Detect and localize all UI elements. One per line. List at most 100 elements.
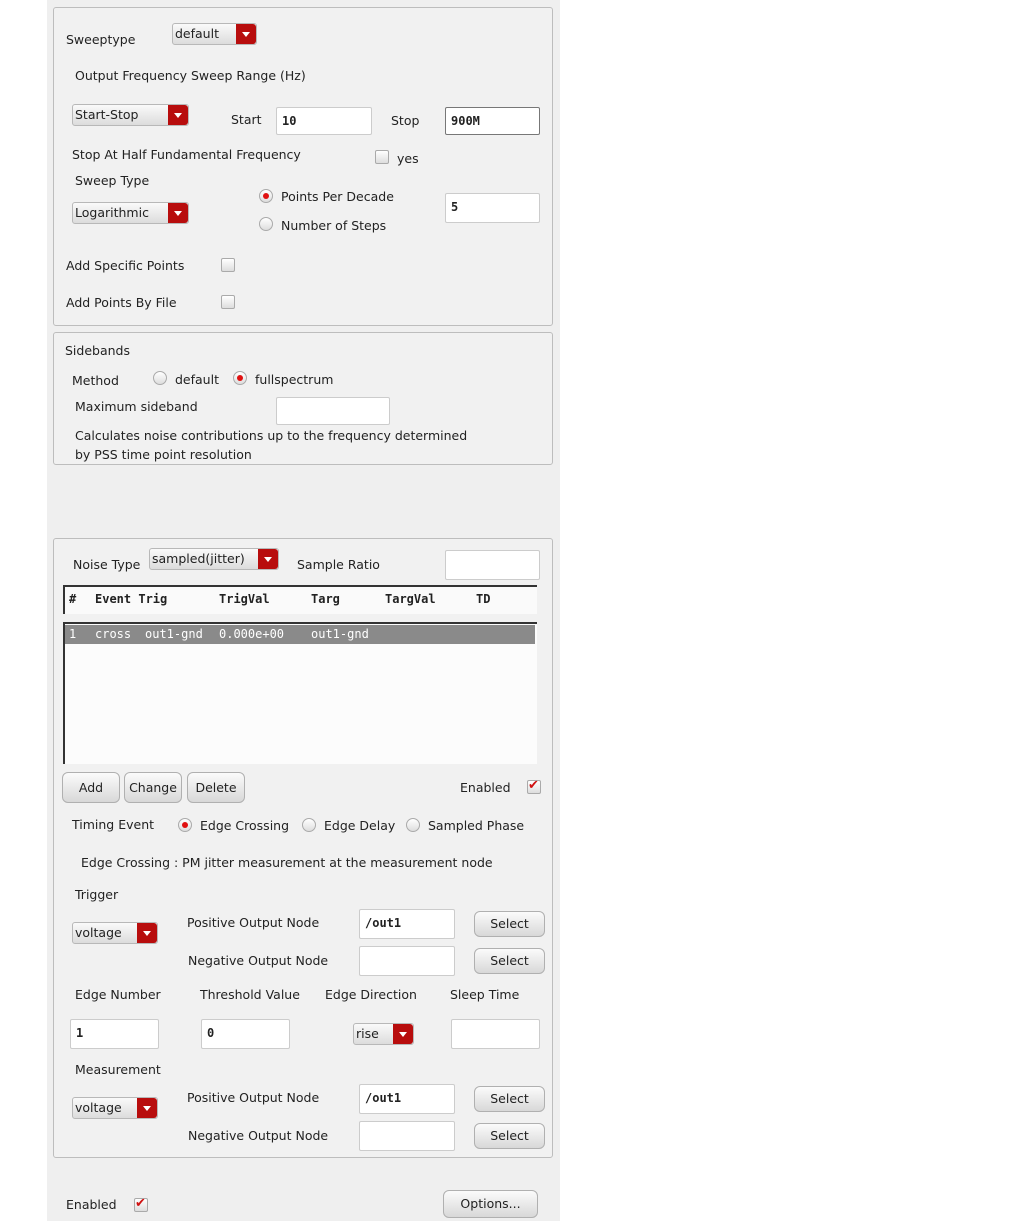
trigger-label: Trigger: [75, 887, 119, 902]
row-targ: out1-gnd: [311, 627, 369, 641]
max-sideband-input[interactable]: [276, 397, 390, 425]
max-sideband-label: Maximum sideband: [75, 399, 198, 414]
sampled-phase-radio[interactable]: [406, 818, 420, 832]
sampled-phase-label: Sampled Phase: [428, 818, 525, 833]
method-label: Method: [72, 373, 119, 388]
enabled-label: Enabled: [460, 780, 511, 795]
edge-direction-dropdown[interactable]: rise: [353, 1023, 414, 1045]
measurement-neg-label: Negative Output Node: [188, 1128, 329, 1143]
range-mode-dropdown[interactable]: Start-Stop: [72, 104, 189, 126]
measurement-neg-select-button[interactable]: Select: [474, 1123, 545, 1149]
sweeptype-dropdown[interactable]: default: [172, 23, 257, 45]
sweeptype-label: Sweeptype: [66, 32, 136, 47]
method-default-label: default: [175, 372, 219, 387]
footer-enabled-checkbox[interactable]: [134, 1196, 148, 1212]
chevron-down-icon: [236, 24, 256, 44]
threshold-input[interactable]: 0: [201, 1019, 290, 1049]
method-fullspectrum-radio[interactable]: [233, 371, 247, 385]
sidebands-note-1: Calculates noise contributions up to the…: [75, 428, 468, 443]
sleep-time-input[interactable]: [451, 1019, 540, 1049]
half-freq-yes: yes: [397, 151, 419, 166]
change-button[interactable]: Change: [124, 772, 182, 803]
chevron-down-icon: [137, 1098, 157, 1118]
specific-points-label: Add Specific Points: [66, 258, 185, 273]
row-trigval: 0.000e+00: [219, 627, 285, 641]
sweep-type-dropdown[interactable]: Logarithmic: [72, 202, 189, 224]
method-fullspectrum-label: fullspectrum: [255, 372, 334, 387]
threshold-label: Threshold Value: [200, 987, 300, 1002]
measurement-pos-input[interactable]: /out1: [359, 1084, 455, 1114]
sweep-group: [53, 7, 553, 326]
measurement-neg-input[interactable]: [359, 1121, 455, 1151]
measurement-pos-label: Positive Output Node: [187, 1090, 320, 1105]
measurement-pos-select-button[interactable]: Select: [474, 1086, 545, 1112]
add-button[interactable]: Add: [62, 772, 120, 803]
points-input[interactable]: 5: [445, 193, 540, 223]
sample-ratio-label: Sample Ratio: [297, 557, 380, 572]
specific-points-checkbox[interactable]: [221, 258, 235, 272]
col-targval: TargVal: [385, 592, 436, 606]
options-button[interactable]: Options...: [443, 1190, 538, 1218]
noise-type-label: Noise Type: [73, 557, 141, 572]
edge-number-label: Edge Number: [75, 987, 161, 1002]
points-per-decade-radio[interactable]: [259, 189, 273, 203]
footer-enabled-label: Enabled: [66, 1197, 117, 1212]
chevron-down-icon: [168, 105, 188, 125]
edge-delay-radio[interactable]: [302, 818, 316, 832]
row-num: 1: [69, 627, 77, 641]
points-per-decade-label: Points Per Decade: [281, 189, 394, 204]
start-label: Start: [231, 112, 262, 127]
enabled-checkbox[interactable]: [527, 778, 541, 794]
edge-direction-label: Edge Direction: [325, 987, 417, 1002]
points-by-file-checkbox[interactable]: [221, 295, 235, 309]
sweep-type-value: Logarithmic: [75, 205, 149, 220]
half-freq-checkbox[interactable]: [375, 150, 389, 164]
chevron-down-icon: [393, 1024, 413, 1044]
col-targ: Targ: [311, 592, 340, 606]
number-of-steps-radio[interactable]: [259, 217, 273, 231]
timing-description: Edge Crossing : PM jitter measurement at…: [81, 855, 493, 870]
edge-crossing-label: Edge Crossing: [200, 818, 290, 833]
col-num: #: [69, 592, 77, 606]
trigger-pos-label: Positive Output Node: [187, 915, 320, 930]
event-list[interactable]: 1 cross out1-gnd 0.000e+00 out1-gnd: [63, 622, 537, 764]
sample-ratio-input[interactable]: [445, 550, 540, 580]
number-of-steps-label: Number of Steps: [281, 218, 387, 233]
trigger-neg-select-button[interactable]: Select: [474, 948, 545, 974]
range-label: Output Frequency Sweep Range (Hz): [75, 68, 306, 83]
noise-type-value: sampled(jitter): [152, 551, 245, 566]
table-header: # Event Trig TrigVal Targ TargVal TD: [63, 585, 537, 614]
edge-delay-label: Edge Delay: [324, 818, 396, 833]
chevron-down-icon: [258, 549, 278, 569]
timing-event-label: Timing Event: [72, 817, 155, 832]
edge-number-input[interactable]: 1: [70, 1019, 159, 1049]
sidebands-title: Sidebands: [65, 343, 130, 358]
sidebands-note-2: by PSS time point resolution: [75, 447, 252, 462]
row-trig: out1-gnd: [145, 627, 203, 641]
noise-type-dropdown[interactable]: sampled(jitter): [149, 548, 279, 570]
row-event: cross: [95, 627, 132, 641]
trigger-neg-label: Negative Output Node: [188, 953, 329, 968]
delete-button[interactable]: Delete: [187, 772, 245, 803]
col-event-trig: Event Trig: [95, 592, 168, 606]
method-default-radio[interactable]: [153, 371, 167, 385]
points-by-file-label: Add Points By File: [66, 295, 177, 310]
edge-direction-value: rise: [356, 1026, 379, 1041]
chevron-down-icon: [137, 923, 157, 943]
measurement-type-value: voltage: [75, 1100, 122, 1115]
start-input[interactable]: 10: [276, 107, 372, 135]
trigger-type-dropdown[interactable]: voltage: [72, 922, 158, 944]
stop-input[interactable]: 900M: [445, 107, 540, 135]
col-td: TD: [476, 592, 491, 606]
sweeptype-value: default: [175, 26, 219, 41]
trigger-neg-input[interactable]: [359, 946, 455, 976]
chevron-down-icon: [168, 203, 188, 223]
sweep-type-label: Sweep Type: [75, 173, 150, 188]
trigger-pos-input[interactable]: /out1: [359, 909, 455, 939]
table-row[interactable]: 1 cross out1-gnd 0.000e+00 out1-gnd: [65, 625, 535, 644]
stop-label: Stop: [391, 113, 420, 128]
measurement-type-dropdown[interactable]: voltage: [72, 1097, 158, 1119]
edge-crossing-radio[interactable]: [178, 818, 192, 832]
col-trigval: TrigVal: [219, 592, 270, 606]
trigger-pos-select-button[interactable]: Select: [474, 911, 545, 937]
